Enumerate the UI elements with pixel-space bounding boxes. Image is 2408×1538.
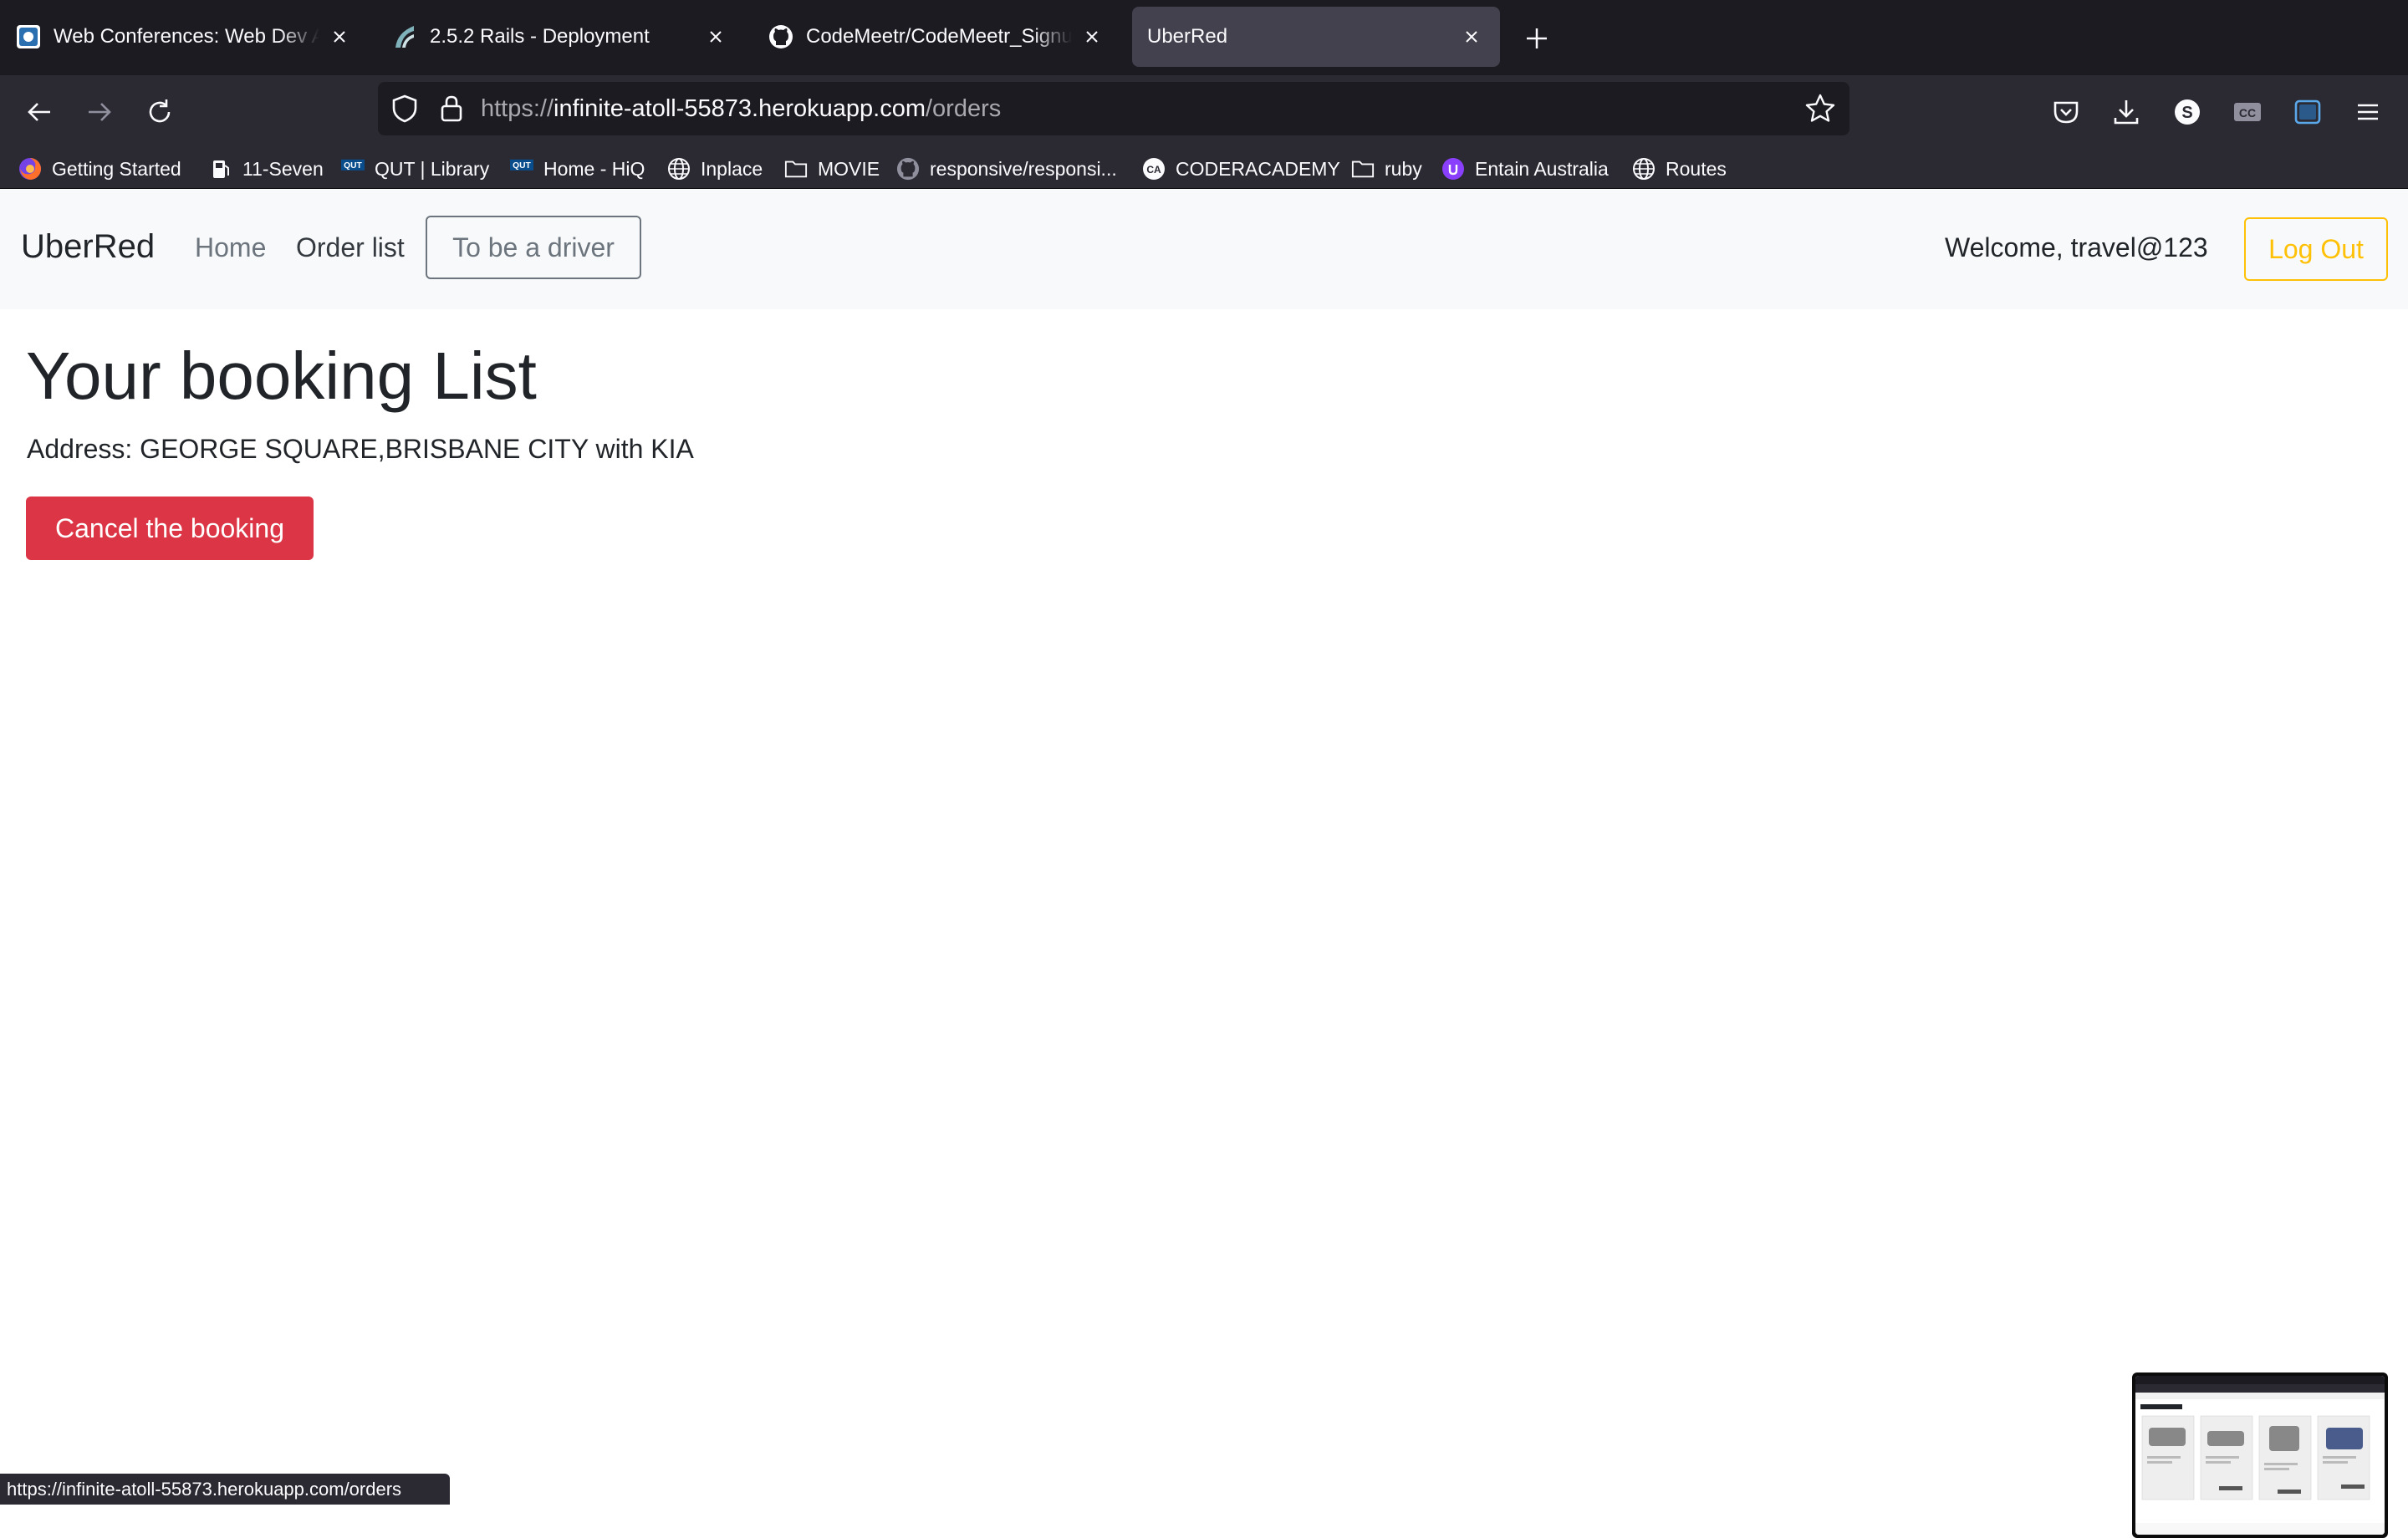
window-extension-icon [2294, 99, 2321, 125]
welcome-text: Welcome, travel@123 [1945, 232, 2208, 262]
bookmark-label: Getting Started [52, 157, 181, 180]
cancel-booking-button[interactable]: Cancel the booking [26, 497, 314, 560]
tab-rails-deployment[interactable]: 2.5.2 Rails - Deployment [376, 7, 744, 67]
firefox-icon [18, 157, 42, 181]
bookmark-responsive[interactable]: responsive/responsi... [896, 149, 1117, 189]
back-arrow-icon [28, 103, 50, 121]
bookmark-routes[interactable]: Routes [1632, 149, 1727, 189]
folder-icon [784, 157, 808, 181]
tab-strip: Web Conferences: Web Dev Acc 2.5.2 Rails… [0, 0, 2408, 75]
extension-cc-button[interactable]: CC [2224, 89, 2271, 135]
downloads-button[interactable] [2103, 89, 2150, 135]
bookmark-getting-started[interactable]: Getting Started [18, 149, 181, 189]
close-icon[interactable] [1079, 23, 1105, 50]
bookmarks-toolbar: Getting Started 11-Seven QUT QUT | Libra… [0, 149, 2408, 189]
plus-icon [1527, 28, 1547, 48]
address-bar[interactable]: https://infinite-atoll-55873.herokuapp.c… [378, 82, 1849, 135]
bookmark-home-hiq[interactable]: QUT Home - HiQ [510, 149, 645, 189]
close-icon[interactable] [1458, 23, 1485, 50]
svg-text:CA: CA [1146, 164, 1161, 176]
nav-link-home[interactable]: Home [195, 232, 266, 263]
s-extension-icon: S [2175, 99, 2200, 125]
web-page: UberRed Home Order list To be a driver W… [0, 189, 2408, 1538]
back-button[interactable] [16, 89, 63, 135]
tracking-shield-icon[interactable] [390, 94, 420, 128]
bookmark-label: Home - HiQ [543, 157, 645, 180]
entain-icon [1441, 157, 1465, 181]
hamburger-menu-icon [2358, 104, 2378, 120]
screenshot-thumbnail[interactable] [2132, 1372, 2388, 1538]
bookmark-label: QUT | Library [375, 157, 490, 180]
bookmark-label: responsive/responsi... [930, 157, 1117, 180]
brand-logo[interactable]: UberRed [21, 228, 155, 266]
navigation-toolbar: https://infinite-atoll-55873.herokuapp.c… [0, 75, 2408, 149]
github-icon [896, 157, 920, 181]
bookmark-label: CODERACADEMY [1176, 157, 1340, 180]
closed-captions-icon: CC [2234, 103, 2261, 121]
status-url-bar: https://infinite-atoll-55873.herokuapp.c… [0, 1474, 450, 1505]
conference-icon [15, 23, 42, 50]
reload-icon [149, 99, 171, 123]
download-icon [2114, 100, 2139, 125]
app-menu-button[interactable] [2344, 89, 2391, 135]
log-out-button[interactable]: Log Out [2244, 217, 2388, 281]
close-icon[interactable] [702, 23, 729, 50]
github-icon [768, 23, 794, 50]
pocket-icon [2053, 101, 2079, 124]
to-be-a-driver-button[interactable]: To be a driver [426, 216, 641, 279]
extension-window-button[interactable] [2284, 89, 2331, 135]
thumbnail-preview [2135, 1376, 2385, 1535]
qut-icon: QUT [341, 157, 365, 181]
bookmark-label: Routes [1666, 157, 1727, 180]
bookmark-label: Inplace [701, 157, 763, 180]
bookmark-label: Entain Australia [1475, 157, 1609, 180]
reload-button[interactable] [136, 89, 183, 135]
lock-icon[interactable] [436, 94, 467, 128]
page-title: Your booking List [26, 339, 537, 413]
bookmark-label: 11-Seven [242, 157, 324, 180]
bookmark-11-seven[interactable]: 11-Seven [209, 149, 324, 189]
bookmark-qut-library[interactable]: QUT QUT | Library [341, 149, 489, 189]
bookmark-movie[interactable]: MOVIE [784, 149, 880, 189]
bookmark-label: ruby [1385, 157, 1422, 180]
svg-text:QUT: QUT [513, 161, 531, 171]
svg-text:CC: CC [2239, 106, 2256, 120]
pocket-button[interactable] [2043, 89, 2089, 135]
url-text[interactable]: https://infinite-atoll-55873.herokuapp.c… [481, 95, 1001, 123]
bookmark-star-icon[interactable] [1804, 93, 1836, 129]
site-navbar: UberRed Home Order list To be a driver W… [0, 189, 2408, 309]
bookmark-coderacademy[interactable]: CA CODERACADEMY [1142, 149, 1340, 189]
nav-link-order-list[interactable]: Order list [296, 232, 405, 263]
qut-icon: QUT [510, 157, 533, 181]
tab-title: CodeMeetr/CodeMeetr_Signup.j [806, 25, 1072, 48]
bookmark-inplace[interactable]: Inplace [667, 149, 763, 189]
svg-text:S: S [2181, 104, 2192, 122]
tab-web-conferences[interactable]: Web Conferences: Web Dev Acc [0, 7, 368, 67]
ca-icon: CA [1142, 157, 1166, 181]
bookmark-entain-australia[interactable]: Entain Australia [1441, 149, 1609, 189]
extension-s-button[interactable]: S [2164, 89, 2211, 135]
tab-title: UberRed [1147, 25, 1228, 48]
tab-title: 2.5.2 Rails - Deployment [430, 25, 650, 48]
tab-codemeetr[interactable]: CodeMeetr/CodeMeetr_Signup.j [752, 7, 1120, 67]
svg-text:QUT: QUT [344, 161, 362, 171]
forward-button[interactable] [76, 89, 123, 135]
bookmark-label: MOVIE [818, 157, 880, 180]
tab-title: Web Conferences: Web Dev Acc [54, 25, 319, 48]
folder-icon [1351, 157, 1375, 181]
new-tab-button[interactable] [1520, 22, 1553, 55]
rails-icon [391, 23, 418, 50]
forward-arrow-icon [89, 103, 111, 121]
tab-uberred[interactable]: UberRed [1132, 7, 1500, 67]
globe-icon [667, 157, 691, 181]
fuel-icon [209, 157, 232, 181]
globe-icon [1632, 157, 1656, 181]
bookmark-ruby[interactable]: ruby [1351, 149, 1422, 189]
close-icon[interactable] [326, 23, 353, 50]
booking-address: Address: GEORGE SQUARE,BRISBANE CITY wit… [27, 434, 694, 464]
